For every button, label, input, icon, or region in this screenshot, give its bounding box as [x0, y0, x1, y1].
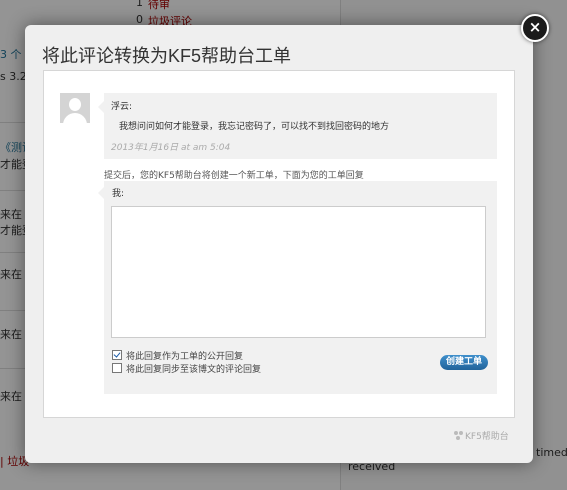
- submit-notice: 提交后，您的KF5帮助台将创建一个新工单，下面为您的工单回复: [104, 171, 364, 181]
- dialog-content-panel: 浮云: 我想问问如何才能登录，我忘记密码了，可以找不到找回密码的地方 2013年…: [43, 70, 515, 418]
- dialog-title: 将此评论转换为KF5帮助台工单: [42, 46, 292, 66]
- sync-comment-option[interactable]: 将此回复同步至该博文的评论回复: [112, 362, 261, 375]
- kf5-logo-icon: [454, 431, 463, 440]
- comment-body: 我想问问如何才能登录，我忘记密码了，可以找不到找回密码的地方: [119, 122, 390, 132]
- footer-brand: KF5帮助台: [454, 429, 509, 442]
- footer-brand-label: KF5帮助台: [465, 432, 509, 442]
- public-reply-checkbox[interactable]: [112, 350, 122, 360]
- sync-comment-label: 将此回复同步至该博文的评论回复: [126, 365, 262, 375]
- sync-comment-checkbox[interactable]: [112, 363, 122, 373]
- comment-author: 浮云:: [111, 102, 133, 112]
- convert-ticket-dialog: 将此评论转换为KF5帮助台工单 浮云: 我想问问如何才能登录，我忘记密码了，可以…: [25, 25, 533, 463]
- create-ticket-button[interactable]: 创建工单: [440, 355, 488, 370]
- reply-section: 我: 将此回复作为工单的公开回复 将此回复同步至该博文的评论回复 创建工单: [98, 181, 497, 394]
- original-comment: 浮云: 我想问问如何才能登录，我忘记密码了，可以找不到找回密码的地方 2013年…: [98, 93, 497, 159]
- avatar: [60, 93, 90, 123]
- comment-date: 2013年1月16日 at am 5:04: [111, 143, 231, 153]
- public-reply-label: 将此回复作为工单的公开回复: [126, 352, 244, 362]
- reply-textarea[interactable]: [111, 206, 486, 338]
- public-reply-option[interactable]: 将此回复作为工单的公开回复: [112, 349, 243, 362]
- reply-label: 我:: [112, 189, 125, 199]
- close-icon[interactable]: ×: [521, 14, 549, 42]
